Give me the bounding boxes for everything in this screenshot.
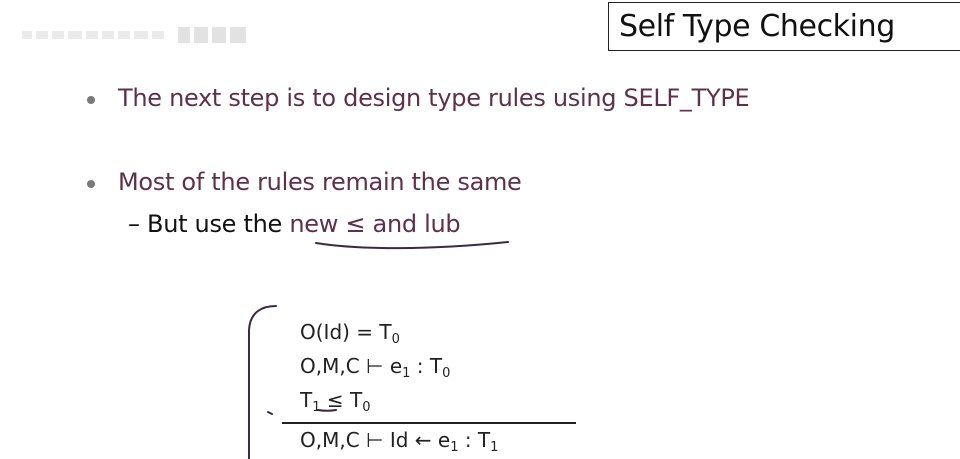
ink-mark bbox=[267, 411, 273, 415]
slide: Self Type Checking The next step is to d… bbox=[0, 0, 960, 459]
ink-underline bbox=[315, 241, 509, 250]
rule-conclusion: O,M,C ⊢ Id ← e1 : T1 bbox=[300, 428, 499, 455]
ink-bracket bbox=[248, 305, 277, 459]
rule-premise-3: T1 ≤ T0 bbox=[300, 388, 371, 415]
inference-bar bbox=[282, 422, 576, 424]
rule-premise-1: O(Id) = T0 bbox=[300, 320, 400, 347]
ink-annotations bbox=[248, 241, 509, 459]
rule-premise-2: O,M,C ⊢ e1 : T0 bbox=[300, 354, 451, 381]
